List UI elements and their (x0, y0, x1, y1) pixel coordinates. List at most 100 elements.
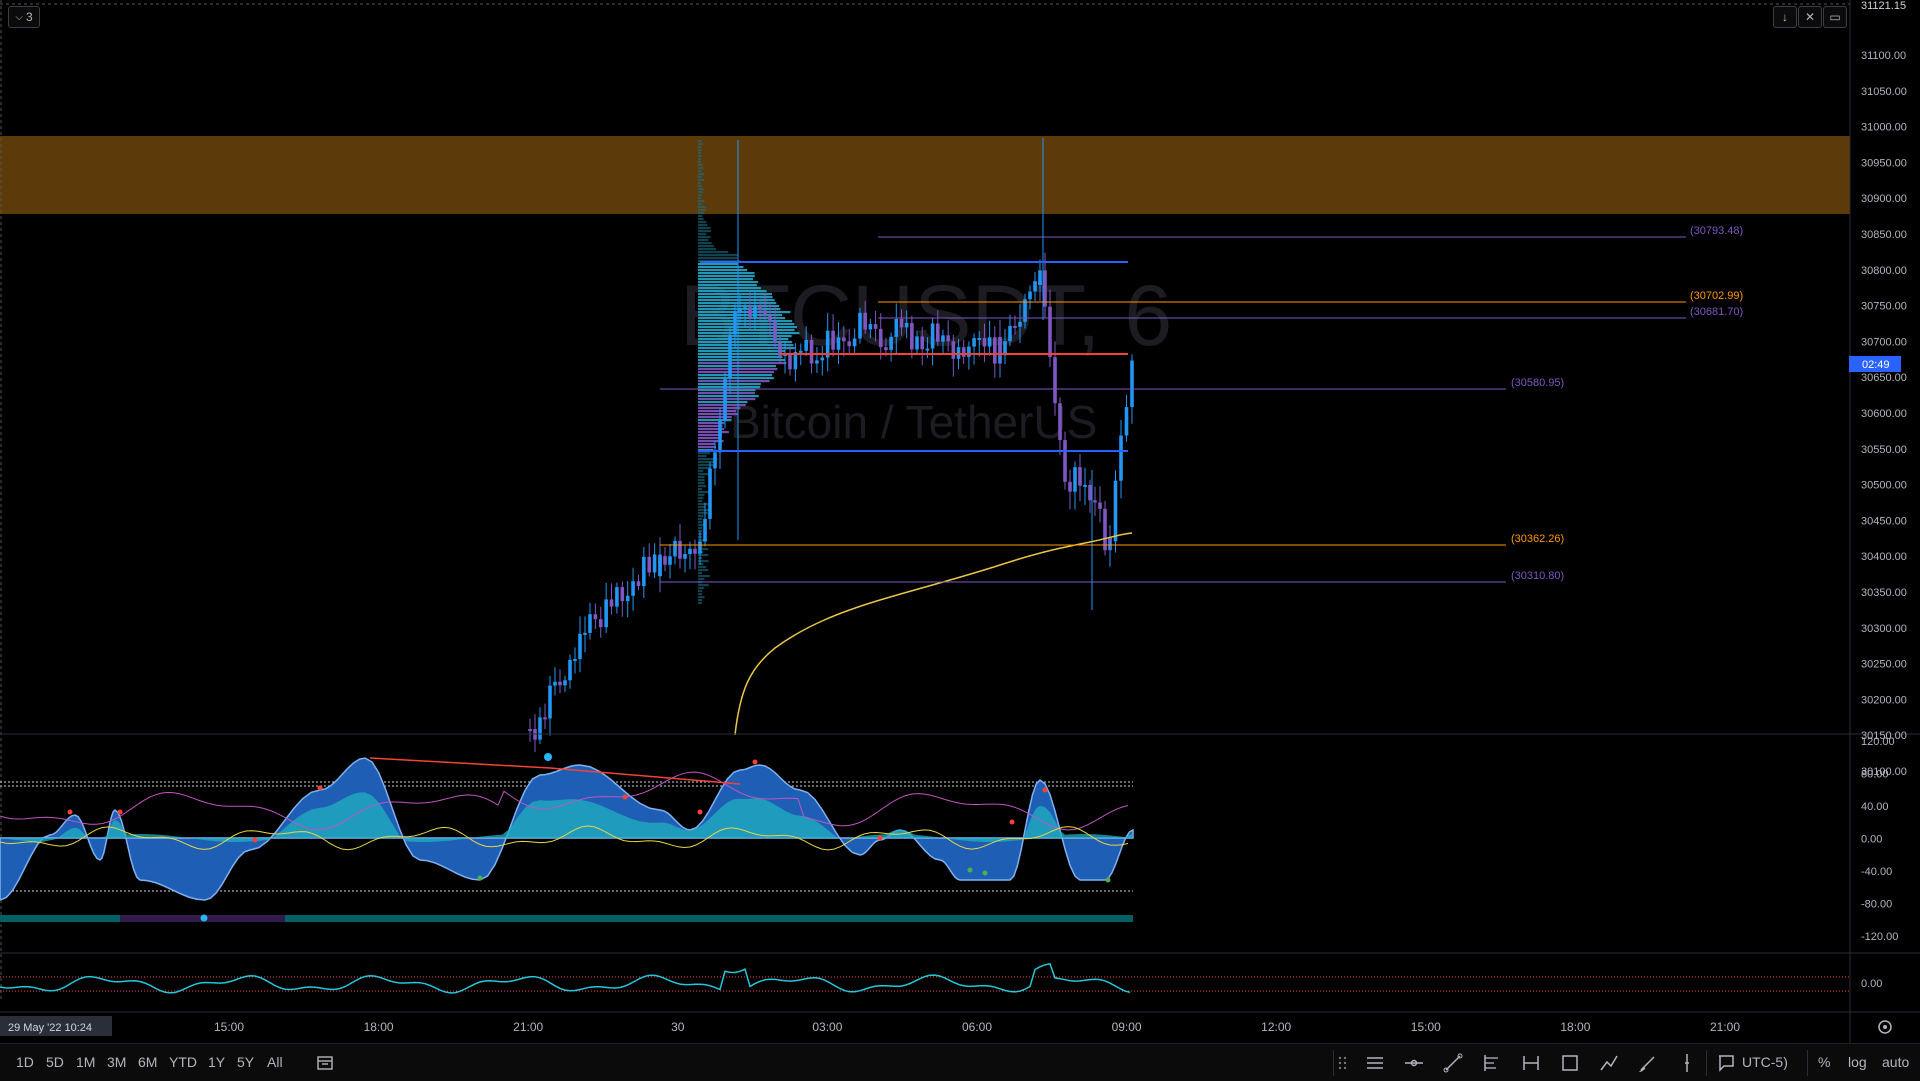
candle-body (831, 331, 835, 350)
timeframe-1y[interactable]: 1Y (208, 1054, 225, 1070)
brush-icon[interactable] (1635, 1050, 1661, 1076)
candle-body (683, 554, 687, 559)
candle-body (763, 311, 767, 316)
timeframe-5d[interactable]: 5D (46, 1054, 64, 1070)
volume-profile-bar (698, 506, 705, 508)
candle-body (1018, 322, 1022, 327)
timeframe-1m[interactable]: 1M (76, 1054, 95, 1070)
rectangle-icon[interactable] (1557, 1050, 1583, 1076)
volume-profile-bar (698, 239, 708, 241)
candle-body (723, 379, 727, 421)
candle-body (631, 581, 635, 596)
volume-profile-bar (698, 140, 701, 142)
log-toggle[interactable]: log (1848, 1054, 1867, 1070)
candle-body (1130, 361, 1134, 408)
timeframe-all[interactable]: All (267, 1054, 283, 1070)
volume-profile-bar (698, 188, 704, 190)
volume-profile-bar (698, 371, 774, 373)
volume-profile-bar (698, 254, 738, 256)
collapse-pane-button[interactable]: ✕ (1798, 6, 1822, 28)
measure-icon[interactable] (1518, 1050, 1544, 1076)
volume-profile-bar (698, 161, 701, 163)
timezone-label[interactable]: UTC-5) (1742, 1054, 1788, 1070)
date-range-icon[interactable] (312, 1050, 338, 1076)
candle-body (894, 319, 898, 337)
arrow-down-icon: ↓ (1782, 10, 1788, 24)
timeframe-5y[interactable]: 5Y (237, 1054, 254, 1070)
osc-tick-label: 40.00 (1861, 801, 1889, 813)
candle-body (693, 549, 697, 554)
volume-profile-bar (698, 494, 704, 496)
candle-body (1008, 326, 1012, 341)
price-tick-label: 30850.00 (1861, 229, 1907, 241)
path-icon[interactable] (1596, 1050, 1622, 1076)
candle-body (884, 347, 888, 350)
time-axis[interactable]: 15:00 18:00 21:00 30 03:00 06:00 09:00 12:00 15:… (214, 1020, 1740, 1034)
chart-canvas[interactable]: BTCUSDT, 6 Bitcoin / TetherUS (30793.48)… (0, 0, 1920, 1043)
price-tick-label: 30750.00 (1861, 301, 1907, 313)
candle-body (788, 363, 792, 369)
candle-body (1038, 270, 1042, 285)
candle-body (1013, 326, 1017, 328)
volume-profile-bar (698, 353, 790, 355)
volume-profile-bar (698, 482, 705, 484)
timeframe-1d[interactable]: 1D (16, 1054, 34, 1070)
candle-body (668, 556, 672, 564)
vertical-line-icon[interactable] (1674, 1050, 1700, 1076)
bottom-toolbar: 1D 5D 1M 3M 6M YTD 1Y 5Y All UTC-5) % lo… (0, 1043, 1920, 1081)
timeframe-3m[interactable]: 3M (107, 1054, 126, 1070)
candle-body (733, 311, 737, 316)
fib-retracement-icon[interactable] (1478, 1050, 1504, 1076)
volume-profile-bar (698, 479, 705, 481)
auto-toggle[interactable]: auto (1882, 1054, 1909, 1070)
level-label: (30793.48) (1690, 225, 1743, 237)
volume-profile-bar (698, 491, 710, 493)
price-tick-label: 31000.00 (1861, 122, 1907, 134)
candle-body (910, 323, 914, 350)
maximize-pane-button[interactable]: ▭ (1823, 6, 1847, 28)
lines-menu-icon[interactable] (1362, 1050, 1388, 1076)
candle-body (874, 324, 878, 329)
callout-icon[interactable] (1713, 1050, 1739, 1076)
volume-profile-bar (698, 503, 709, 505)
level-label: (30681.70) (1690, 306, 1743, 318)
collapse-indicators-button[interactable]: ⌵ 3 (8, 6, 40, 28)
volume-profile-bar (698, 464, 715, 466)
volume-profile-bar (698, 431, 729, 433)
percent-toggle[interactable]: % (1818, 1054, 1830, 1070)
candle-body (663, 556, 667, 565)
osc-tick-label: 80.00 (1861, 769, 1889, 781)
volume-profile-bar (698, 380, 770, 382)
candle-body (821, 358, 825, 361)
drag-handle-icon[interactable] (1337, 1050, 1349, 1076)
move-down-button[interactable]: ↓ (1773, 6, 1797, 28)
oscillator2-axis[interactable]: 0.00 (1861, 978, 1882, 990)
volume-profile-bar (698, 224, 707, 226)
volume-profile-bar (698, 176, 702, 178)
volume-profile-bar (698, 242, 712, 244)
level-label: (30702.99) (1690, 290, 1743, 302)
horizontal-line-icon[interactable] (1401, 1050, 1427, 1076)
osc-signal-dot (968, 868, 973, 873)
timeframe-ytd[interactable]: YTD (169, 1054, 197, 1070)
volume-profile-bar (698, 356, 782, 358)
volume-profile-bar (698, 323, 794, 325)
volume-profile-bar (698, 584, 709, 586)
timeframe-6m[interactable]: 6M (138, 1054, 157, 1070)
candle-body (647, 557, 651, 573)
volume-profile-bar (698, 602, 702, 604)
volume-profile-bar (698, 572, 702, 574)
volume-profile-bar (698, 311, 790, 313)
candle-body (698, 542, 702, 551)
toolbar-divider (1807, 1050, 1808, 1076)
candle-body (1078, 467, 1082, 486)
candle-body (548, 686, 552, 719)
price-axis[interactable]: 31100.00 31050.00 31000.00 30950.00 30900.00… (1861, 50, 1907, 778)
candle-body (804, 340, 808, 351)
trend-line-icon[interactable] (1440, 1050, 1466, 1076)
candle-body (1033, 281, 1037, 291)
volume-profile-bar (698, 443, 715, 445)
gear-icon[interactable] (1879, 1021, 1891, 1033)
candle-body (758, 306, 762, 311)
candle-body (983, 338, 987, 347)
